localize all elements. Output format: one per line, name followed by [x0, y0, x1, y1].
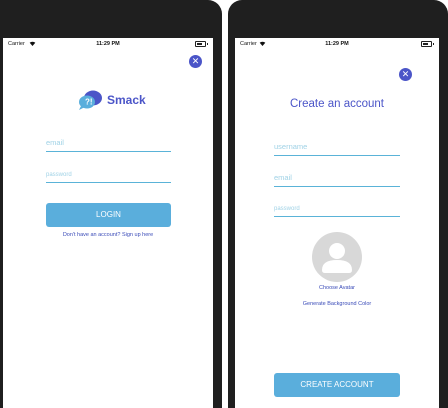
user-avatar-icon [322, 243, 352, 273]
close-button[interactable]: ✕ [189, 55, 202, 68]
username-field[interactable]: username [274, 139, 400, 156]
choose-avatar-link[interactable]: Choose Avatar [287, 285, 387, 291]
password-placeholder: password [274, 206, 300, 212]
device-frame-login: Carrier 11:29 PM ✕ ?! Smack email passwo… [0, 0, 222, 408]
create-account-button[interactable]: CREATE ACCOUNT [274, 373, 400, 397]
page-title: Create an account [290, 98, 384, 110]
status-time: 11:29 PM [96, 41, 120, 47]
status-time: 11:29 PM [325, 41, 349, 47]
signup-link[interactable]: Don't have an account? Sign up here [33, 232, 183, 238]
password-field[interactable]: password [274, 201, 400, 217]
battery-icon [195, 41, 208, 47]
password-placeholder: password [46, 172, 72, 178]
email-field[interactable]: email [274, 170, 400, 187]
close-icon: ✕ [401, 69, 410, 79]
battery-icon [421, 41, 434, 47]
close-button[interactable]: ✕ [399, 68, 412, 81]
avatar-picker[interactable] [312, 232, 362, 282]
create-account-screen: Carrier 11:29 PM ✕ Create an account use… [235, 38, 439, 408]
generate-background-color-link[interactable]: Generate Background Color [277, 301, 397, 307]
login-screen: Carrier 11:29 PM ✕ ?! Smack email passwo… [3, 38, 213, 408]
username-placeholder: username [274, 142, 308, 151]
close-icon: ✕ [191, 56, 200, 66]
status-bar: Carrier 11:29 PM [3, 38, 213, 50]
chat-bubbles-icon: ?! [79, 90, 102, 110]
device-frame-create-account: Carrier 11:29 PM ✕ Create an account use… [228, 0, 448, 408]
login-button[interactable]: LOGIN [46, 203, 171, 227]
svg-text:?!: ?! [85, 98, 93, 107]
email-field[interactable]: email [46, 135, 171, 152]
email-placeholder: email [274, 173, 292, 182]
status-bar: Carrier 11:29 PM [235, 38, 439, 50]
password-field[interactable]: password [46, 167, 171, 183]
email-placeholder: email [46, 138, 64, 147]
app-name: Smack [107, 93, 146, 107]
